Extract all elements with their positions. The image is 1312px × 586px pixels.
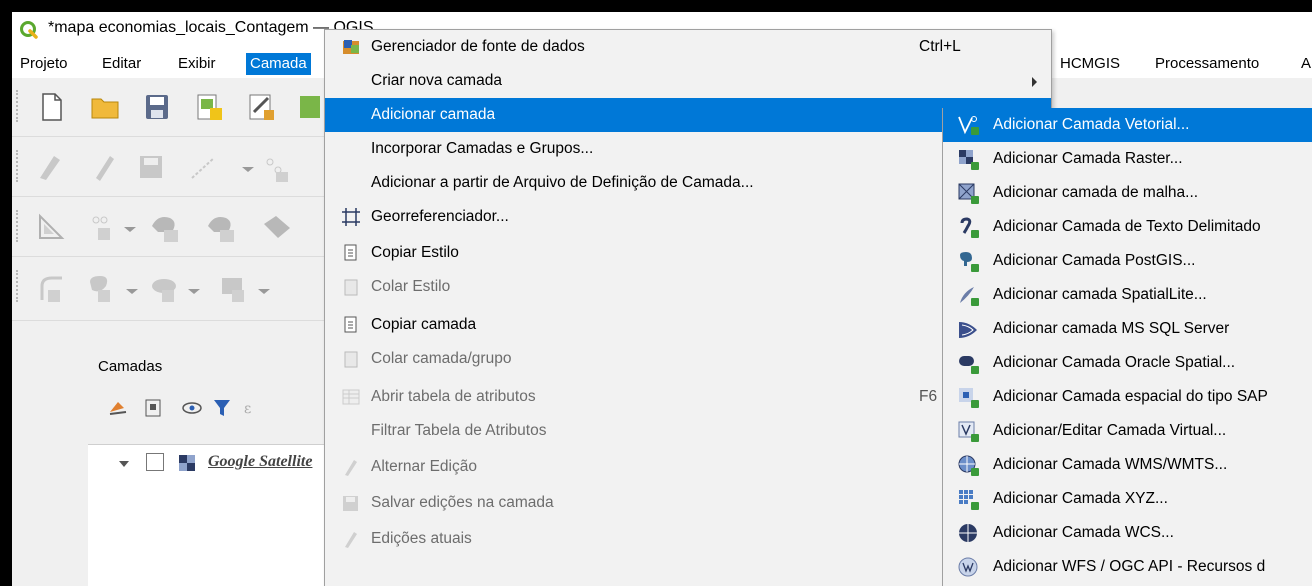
cad-tools-icon[interactable] [34,210,68,244]
add-delimited-text-layer-icon [960,217,979,238]
wcs-globe-icon [959,524,977,542]
qgis-window: *mapa economias_locais_Contagem — QGIS P… [12,12,1312,586]
save-edits-icon[interactable] [134,150,168,184]
virtual-layer-icon [958,421,979,442]
paste-icon [344,279,358,296]
style-manager-icon[interactable] [296,90,324,124]
submenu-item-add-wfs-layer[interactable]: Adicionar WFS / OGC API - Recursos d [943,550,1312,584]
submenu-item-add-spatialite-layer[interactable]: Adicionar camada SpatialLite... [943,278,1312,312]
mssql-server-icon [959,322,977,338]
current-edits-icon [345,532,357,548]
menu-projeto[interactable]: Projeto [16,53,72,75]
add-line-icon[interactable] [186,150,220,184]
toolbar-grip[interactable] [16,90,22,122]
expand-arrow-icon[interactable] [118,459,130,469]
open-project-icon[interactable] [88,90,122,124]
wfs-globe-icon [958,557,978,577]
add-vector-layer-icon [958,116,979,135]
qgis-logo-icon [20,21,38,39]
spatialite-feather-icon [960,287,979,306]
layers-panel-toolbar: ε [109,399,251,417]
add-mesh-layer-icon [958,183,979,204]
submenu-item-add-vector-layer[interactable]: Adicionar Camada Vetorial... [943,108,1312,142]
menu-item-data-source-manager[interactable]: Gerenciador de fonte de dados Ctrl+L [325,30,1051,64]
shape-digitizing-toolbar [12,258,327,321]
paste-icon [344,351,358,368]
layers-tree: Google Satellite [88,444,328,586]
submenu-item-add-postgis-layer[interactable]: Adicionar Camada PostGIS... [943,244,1312,278]
save-edits-icon [343,496,358,511]
layer-visibility-checkbox[interactable] [146,453,164,471]
submenu-item-add-mssql-layer[interactable]: Adicionar camada MS SQL Server [943,312,1312,346]
submenu-item-add-delimited-text-layer[interactable]: Adicionar Camada de Texto Delimitado [943,210,1312,244]
submenu-item-add-wms-layer[interactable]: Adicionar Camada WMS/WMTS... [943,448,1312,482]
menu-camada[interactable]: Camada [246,53,311,75]
layers-panel: Camadas ε Google Satellite [12,348,328,586]
toggle-editing-icon [345,460,357,476]
submenu-arrow-icon [1032,77,1037,87]
advanced-digitizing-toolbar [12,198,327,257]
submenu-item-add-oracle-spatial-layer[interactable]: Adicionar Camada Oracle Spatial... [943,346,1312,380]
add-raster-layer-icon [959,150,979,170]
postgis-elephant-icon [960,252,979,272]
submenu-item-add-raster-layer[interactable]: Adicionar Camada Raster... [943,142,1312,176]
save-project-icon[interactable] [140,90,174,124]
menu-item-create-layer[interactable]: Criar nova camada [325,64,1051,98]
add-point-feature-icon[interactable] [86,210,140,244]
wms-globe-icon [958,455,979,476]
submenu-item-add-virtual-layer[interactable]: Adicionar/Editar Camada Virtual... [943,414,1312,448]
submenu-item-add-wcs-layer[interactable]: Adicionar Camada WCS... [943,516,1312,550]
georeferencer-icon [342,208,360,226]
oracle-spatial-icon [959,356,979,374]
split-features-icon[interactable] [204,210,238,244]
add-layer-submenu: Adicionar Camada Vetorial... Adicionar C… [942,108,1312,586]
filter-legend-icon[interactable] [214,400,230,416]
data-source-manager-icon [343,40,359,54]
vertex-tool-icon[interactable] [238,150,298,184]
add-circular-string-icon[interactable] [34,272,68,306]
layout-manager-icon[interactable] [244,90,278,124]
menu-hcmgis[interactable]: HCMGIS [1060,53,1120,75]
new-project-icon[interactable] [34,90,68,124]
layers-panel-title: Camadas [98,358,163,375]
toggle-editing-icon[interactable] [86,150,120,184]
menu-more[interactable]: A [1301,53,1311,75]
submenu-item-add-xyz-layer[interactable]: Adicionar Camada XYZ... [943,482,1312,516]
raster-layer-icon [179,455,195,471]
xyz-tiles-icon [959,490,979,510]
filter-expression-icon[interactable]: ε [244,401,251,417]
add-group-icon[interactable] [145,399,161,417]
toolbar-grip[interactable] [16,270,22,302]
submenu-item-add-sap-hana-layer[interactable]: Adicionar Camada espacial do tipo SAP [943,380,1312,414]
merge-features-icon[interactable] [260,210,320,244]
manage-visibility-icon[interactable] [182,402,202,414]
digitizing-toolbar [12,138,327,197]
layers-panel-header: Camadas ε [88,348,328,444]
add-ellipse-icon[interactable] [148,272,204,306]
add-rectangle-icon[interactable] [218,272,274,306]
toolbar-grip[interactable] [16,210,22,242]
project-toolbar [12,78,327,137]
toolbar-grip[interactable] [16,150,22,182]
reshape-feature-icon[interactable] [148,210,182,244]
layer-name[interactable]: Google Satellite [208,453,312,471]
current-edits-icon[interactable] [34,150,68,184]
menu-exibir[interactable]: Exibir [174,53,220,75]
copy-icon [344,244,357,261]
menu-processamento[interactable]: Processamento [1155,53,1259,75]
submenu-item-add-mesh-layer[interactable]: Adicionar camada de malha... [943,176,1312,210]
add-circle-icon[interactable] [86,272,142,306]
attribute-table-icon [342,389,360,405]
copy-icon [344,316,357,333]
menu-editar[interactable]: Editar [98,53,145,75]
sap-hana-icon [959,388,979,408]
svg-text:ε: ε [244,401,251,417]
open-layer-styling-icon[interactable] [109,402,127,415]
new-print-layout-icon[interactable] [192,90,226,124]
